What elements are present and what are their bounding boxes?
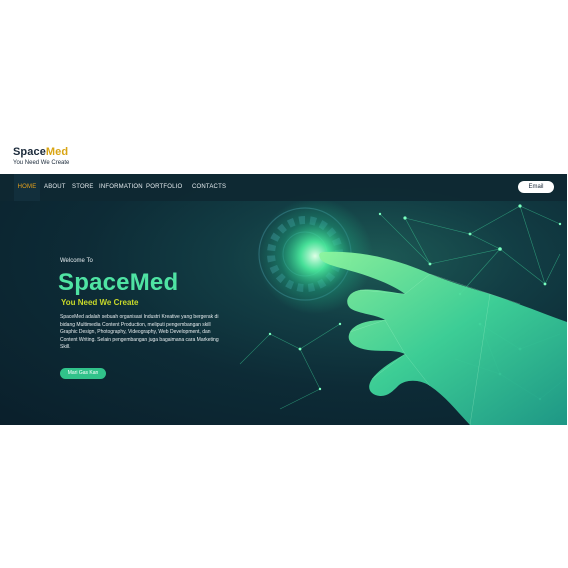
nav-home[interactable]: HOME [14, 174, 40, 201]
welcome-text: Welcome To [60, 258, 93, 264]
nav-information[interactable]: INFORMATION [99, 174, 143, 201]
nav-about[interactable]: ABOUT [44, 174, 66, 201]
top-navbar: HOME ABOUT STORE INFORMATION PORTFOLIO C… [0, 174, 567, 201]
hero-description: SpaceMed adalah sebuah organisasi Indust… [60, 314, 219, 351]
hero-banner: HOME ABOUT STORE INFORMATION PORTFOLIO C… [0, 174, 567, 425]
email-button[interactable]: Email [518, 181, 554, 193]
logo[interactable]: SpaceMed You Need We Create [13, 146, 69, 167]
hero-subtitle: You Need We Create [61, 298, 139, 307]
logo-med-text: Med [45, 146, 69, 158]
nav-store[interactable]: STORE [72, 174, 94, 201]
cta-button[interactable]: Mari Gas Kan [60, 368, 106, 379]
hero-title-space: Space [58, 269, 130, 296]
logo-tagline: You Need We Create [13, 160, 70, 166]
hero-title: SpaceMed [58, 270, 178, 296]
hero-title-med: Med [129, 269, 179, 296]
logo-space-text: Space [13, 146, 46, 158]
nav-contacts[interactable]: CONTACTS [192, 174, 226, 201]
nav-portfolio[interactable]: PORTFOLIO [146, 174, 182, 201]
logo-wordmark: SpaceMed [13, 146, 69, 158]
